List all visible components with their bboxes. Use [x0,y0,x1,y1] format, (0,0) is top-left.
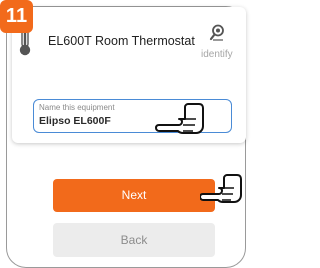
back-button[interactable]: Back [53,223,215,257]
equipment-name-value[interactable]: Elipso EL600F [39,115,111,127]
search-icon[interactable] [209,23,227,41]
step-badge: 11 [0,0,33,33]
pointing-hand-icon [155,103,204,134]
identify-label[interactable]: identify [201,49,233,60]
equipment-name-placeholder: Name this equipment [39,103,115,112]
next-button[interactable]: Next [53,179,215,212]
pointing-hand-icon [200,174,242,203]
device-name: EL600T Room Thermostat [48,34,195,48]
